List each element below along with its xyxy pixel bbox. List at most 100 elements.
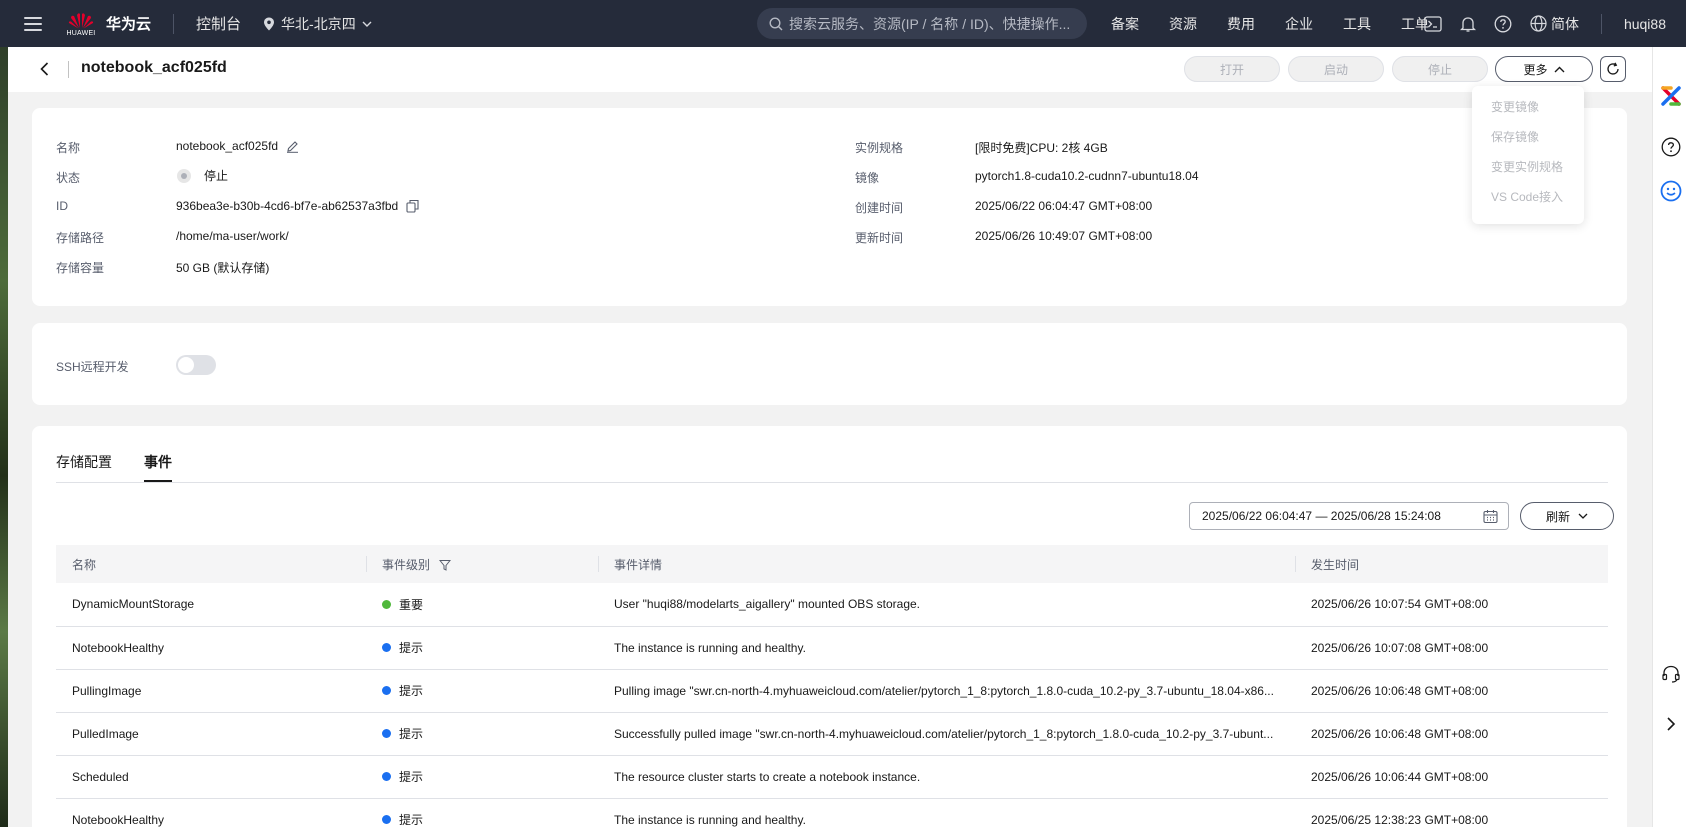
start-button[interactable]: 启动 bbox=[1288, 56, 1384, 82]
region-selector[interactable]: 华北-北京四 bbox=[263, 14, 372, 34]
divider bbox=[68, 61, 69, 78]
value-name: notebook_acf025fd bbox=[176, 139, 299, 153]
event-detail: The resource cluster starts to create a … bbox=[598, 755, 1295, 799]
nav-item-tools[interactable]: 工具 bbox=[1343, 14, 1371, 34]
table-row: DynamicMountStorage 重要 User "huqi88/modela… bbox=[56, 583, 1608, 627]
back-button[interactable] bbox=[36, 61, 52, 77]
tab-events[interactable]: 事件 bbox=[144, 452, 172, 482]
language-selector[interactable]: 简体 bbox=[1530, 14, 1579, 34]
table-row: PulledImage 提示 Successfully pulled image "… bbox=[56, 712, 1608, 756]
chevron-right-icon[interactable] bbox=[1660, 713, 1682, 735]
terminal-icon[interactable] bbox=[1424, 15, 1442, 32]
calendar-icon bbox=[1483, 510, 1498, 524]
level-dot-icon bbox=[382, 729, 391, 738]
value-status: 停止 bbox=[176, 167, 228, 184]
label-status: 状态 bbox=[56, 171, 81, 185]
value-storage-capacity: 50 GB (默认存储) bbox=[176, 261, 270, 275]
column-header-time-label: 发生时间 bbox=[1311, 557, 1360, 572]
tab-divider bbox=[56, 482, 1608, 483]
label-updated-time: 更新时间 bbox=[855, 231, 904, 245]
label-name: 名称 bbox=[56, 141, 81, 155]
help-icon[interactable] bbox=[1660, 136, 1682, 158]
date-range-picker[interactable]: 2025/06/22 06:04:47 — 2025/06/28 15:24:0… bbox=[1189, 502, 1509, 530]
logo-sub-text: HUAWEI bbox=[66, 29, 96, 37]
refresh-dropdown[interactable]: 刷新 bbox=[1520, 502, 1614, 530]
column-header-time: 发生时间 bbox=[1295, 545, 1608, 583]
nav-item-billing[interactable]: 费用 bbox=[1227, 14, 1255, 34]
huawei-logo[interactable]: HUAWEI bbox=[66, 11, 96, 37]
global-search-input[interactable]: 搜索云服务、资源(IP / 名称 / ID)、快捷操作... bbox=[757, 8, 1087, 39]
username: huqi88 bbox=[1623, 15, 1666, 32]
feedback-smile-icon[interactable] bbox=[1660, 180, 1682, 202]
right-toolbar bbox=[1652, 47, 1686, 827]
event-level-badge: 提示 bbox=[382, 682, 423, 699]
bell-icon[interactable] bbox=[1460, 15, 1476, 33]
event-time: 2025/06/26 10:07:54 GMT+08:00 bbox=[1295, 583, 1608, 627]
region-label: 华北-北京四 bbox=[281, 15, 356, 32]
refresh-button[interactable] bbox=[1600, 56, 1626, 82]
event-level-badge: 提示 bbox=[382, 725, 423, 742]
toggle-knob bbox=[178, 357, 194, 373]
page-header: notebook_acf025fd 打开 启动 停止 更多 bbox=[8, 47, 1652, 92]
nav-item-beian[interactable]: 备案 bbox=[1111, 14, 1139, 34]
menu-item-save-image[interactable]: 保存镜像 bbox=[1472, 122, 1584, 152]
chevron-left-icon bbox=[39, 62, 48, 76]
open-button[interactable]: 打开 bbox=[1184, 56, 1280, 82]
user-menu[interactable]: huqi88 bbox=[1624, 0, 1666, 47]
label-storage-capacity: 存储容量 bbox=[56, 261, 105, 275]
menu-item-change-spec[interactable]: 变更实例规格 bbox=[1472, 152, 1584, 182]
divider bbox=[173, 13, 175, 34]
edit-icon[interactable] bbox=[286, 140, 299, 153]
label-id: ID bbox=[56, 199, 68, 213]
column-separator bbox=[366, 556, 367, 572]
more-button[interactable]: 更多 bbox=[1495, 56, 1593, 82]
event-name: PulledImage bbox=[56, 712, 366, 756]
event-time: 2025/06/26 10:06:44 GMT+08:00 bbox=[1295, 755, 1608, 799]
nav-item-resources[interactable]: 资源 bbox=[1169, 14, 1197, 34]
globe-icon bbox=[1530, 15, 1547, 32]
event-level-badge: 提示 bbox=[382, 768, 423, 785]
event-detail: The instance is running and healthy. bbox=[598, 798, 1295, 827]
refresh-icon bbox=[1607, 62, 1619, 75]
chevron-down-icon bbox=[362, 21, 372, 27]
menu-item-change-image[interactable]: 变更镜像 bbox=[1472, 92, 1584, 122]
ai-assistant-icon[interactable] bbox=[1660, 85, 1682, 107]
copy-icon[interactable] bbox=[406, 199, 419, 213]
event-level-badge: 重要 bbox=[382, 596, 423, 613]
value-image: pytorch1.8-cuda10.2-cudnn7-ubuntu18.04 bbox=[975, 169, 1199, 183]
menu-icon[interactable] bbox=[24, 16, 42, 31]
tab-storage-config[interactable]: 存储配置 bbox=[56, 452, 112, 482]
filter-icon[interactable] bbox=[439, 559, 452, 571]
event-level-text: 提示 bbox=[399, 813, 424, 827]
more-dropdown-menu: 变更镜像 保存镜像 变更实例规格 VS Code接入 bbox=[1472, 86, 1584, 224]
instance-id: 936bea3e-b30b-4cd6-bf7e-ab62537a3fbd bbox=[176, 199, 399, 213]
event-level-badge: 提示 bbox=[382, 639, 423, 656]
stop-button[interactable]: 停止 bbox=[1392, 56, 1488, 82]
ssh-label: SSH远程开发 bbox=[56, 360, 129, 374]
event-name: Scheduled bbox=[56, 755, 366, 799]
event-detail: Pulling image "swr.cn-north-4.myhuaweicl… bbox=[598, 669, 1295, 713]
nav-item-enterprise[interactable]: 企业 bbox=[1285, 14, 1313, 34]
event-detail: User "huqi88/modelarts_aigallery" mounte… bbox=[598, 583, 1295, 627]
column-header-detail-label: 事件详情 bbox=[614, 557, 663, 572]
brand-name[interactable]: 华为云 bbox=[106, 13, 151, 34]
location-pin-icon bbox=[264, 17, 275, 30]
huawei-petal-icon bbox=[68, 12, 94, 28]
menu-item-vscode-access[interactable]: VS Code接入 bbox=[1472, 182, 1584, 212]
stopped-status-icon bbox=[177, 168, 191, 183]
level-dot-icon bbox=[382, 599, 391, 609]
label-instance-spec: 实例规格 bbox=[855, 141, 904, 155]
ssh-card: SSH远程开发 bbox=[32, 323, 1627, 405]
table-row: PullingImage 提示 Pulling image "swr.cn-nort… bbox=[56, 669, 1608, 713]
event-level: 提示 bbox=[366, 712, 598, 756]
chevron-down-icon bbox=[1578, 513, 1588, 519]
headset-icon[interactable] bbox=[1660, 663, 1682, 685]
search-icon bbox=[769, 16, 783, 30]
table-row: NotebookHealthy 提示 The instance is running… bbox=[56, 626, 1608, 670]
ssh-toggle[interactable] bbox=[176, 355, 216, 375]
event-level-badge: 提示 bbox=[382, 811, 423, 827]
help-icon[interactable] bbox=[1494, 15, 1512, 33]
console-link[interactable]: 控制台 bbox=[196, 13, 241, 34]
event-name: NotebookHealthy bbox=[56, 626, 366, 670]
event-level: 提示 bbox=[366, 798, 598, 827]
